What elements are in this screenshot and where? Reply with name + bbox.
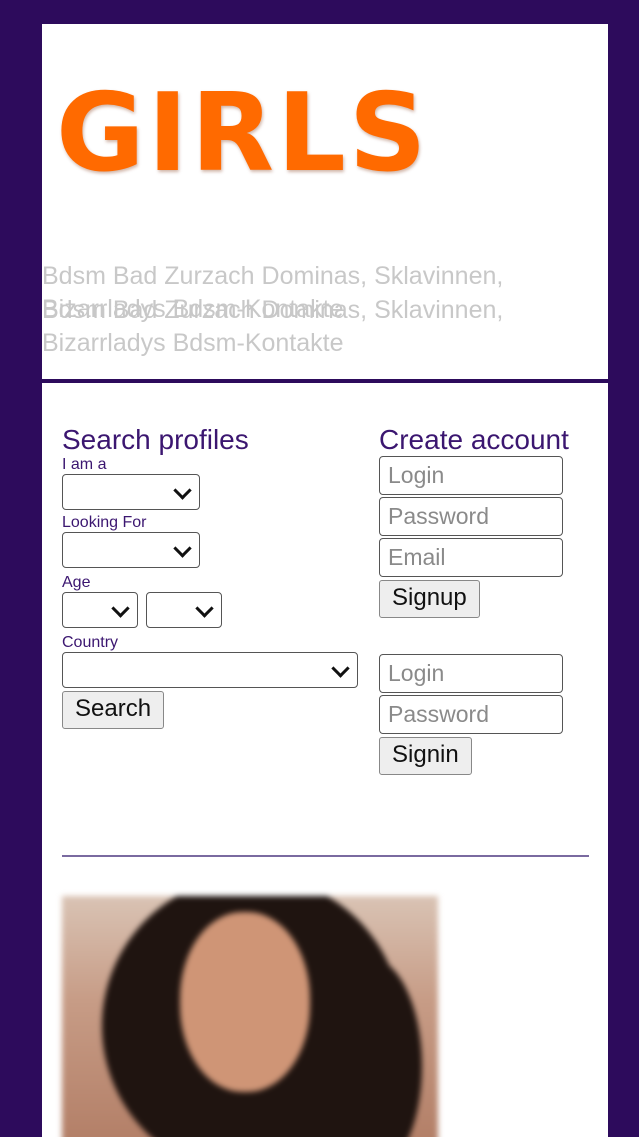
- chevron-down-icon: [111, 599, 130, 618]
- country-select[interactable]: [62, 652, 358, 688]
- signup-password-input[interactable]: Password: [379, 497, 563, 536]
- signup-button[interactable]: Signup: [379, 580, 480, 618]
- signin-button[interactable]: Signin: [379, 737, 472, 775]
- signup-email-input[interactable]: Email: [379, 538, 563, 577]
- search-button-row: Search: [62, 691, 362, 729]
- site-logo[interactable]: GIRLS: [56, 64, 430, 204]
- age-from-select[interactable]: [62, 592, 138, 628]
- age-to-select[interactable]: [146, 592, 223, 628]
- signup-login-input[interactable]: Login: [379, 456, 563, 495]
- age-label: Age: [62, 574, 91, 591]
- page-container: GIRLS Bdsm Bad Zurzach Dominas, Sklavinn…: [42, 24, 608, 1137]
- looking-for-label: Looking For: [62, 514, 147, 531]
- section-divider: [62, 855, 589, 857]
- country-label: Country: [62, 634, 119, 651]
- chevron-down-icon: [195, 599, 215, 618]
- search-button[interactable]: Search: [62, 691, 165, 729]
- site-header: GIRLS Bdsm Bad Zurzach Dominas, Sklavinn…: [42, 24, 608, 379]
- signin-form: Login Password Signin: [379, 654, 579, 775]
- i-am-select[interactable]: [62, 474, 200, 510]
- search-title: Search profiles: [62, 424, 249, 455]
- chevron-down-icon: [173, 481, 192, 500]
- search-profiles-form: Search profiles I am a Looking For Age C…: [62, 424, 362, 729]
- age-range: [62, 592, 362, 628]
- looking-for-select[interactable]: [62, 532, 200, 568]
- create-account-title: Create account: [379, 424, 569, 455]
- chevron-down-icon: [331, 659, 350, 678]
- signin-login-input[interactable]: Login: [379, 654, 563, 693]
- header-divider: [42, 379, 608, 383]
- chevron-down-icon: [173, 539, 192, 558]
- i-am-label: I am a: [62, 456, 107, 473]
- account-panel: Create account Login Password Email Sign…: [379, 424, 579, 775]
- profile-photo[interactable]: [62, 896, 438, 1137]
- site-tagline-overlap: Bdsm Bad Zurzach Dominas, Sklavinnen, Bi…: [42, 296, 504, 357]
- signin-password-input[interactable]: Password: [379, 695, 563, 734]
- signup-form: Login Password Email Signup: [379, 456, 579, 618]
